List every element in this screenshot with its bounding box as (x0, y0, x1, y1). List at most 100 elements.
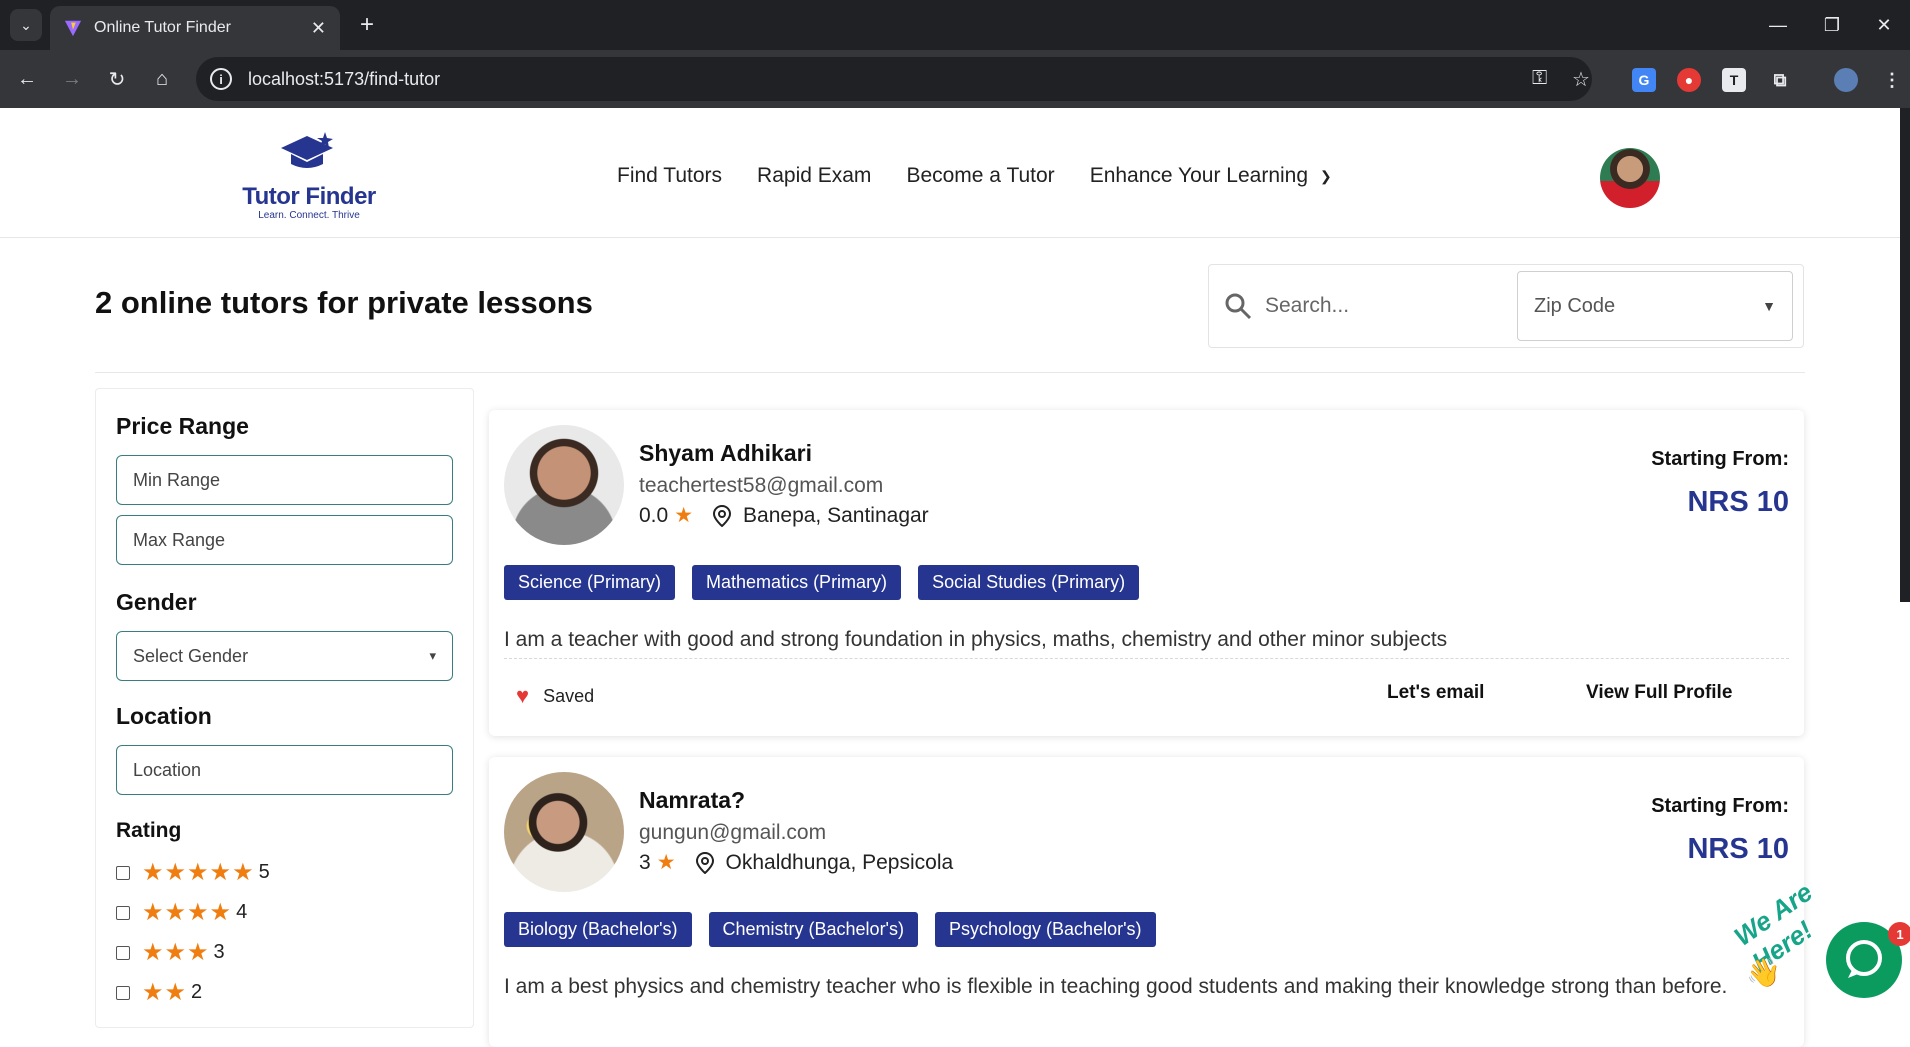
divider (504, 658, 1789, 659)
user-avatar[interactable] (1600, 148, 1660, 208)
location-pin-icon (713, 504, 732, 527)
tab-search-button[interactable]: ⌄ (10, 9, 42, 41)
chevron-down-icon: ⌄ (20, 16, 32, 33)
site-info-icon[interactable]: i (210, 68, 232, 90)
subject-tag[interactable]: Mathematics (Primary) (692, 565, 902, 600)
saved-toggle[interactable]: ♥ Saved (516, 683, 594, 709)
rating-option-4[interactable]: ★★★★ 4 (116, 898, 247, 927)
nav-rapid-exam[interactable]: Rapid Exam (757, 164, 871, 188)
nav-find-tutors[interactable]: Find Tutors (617, 164, 722, 188)
location-heading: Location (116, 703, 212, 729)
view-profile-button[interactable]: View Full Profile (1586, 682, 1732, 704)
star-icon: ★ (674, 504, 694, 527)
minimize-button[interactable]: — (1758, 10, 1798, 40)
search-input[interactable]: Search... (1265, 294, 1505, 318)
rating-checkbox[interactable] (116, 905, 130, 920)
subject-tag[interactable]: Biology (Bachelor's) (504, 912, 692, 947)
tutor-card: Namrata? gungun@gmail.com 3 ★ Okhaldhung… (489, 757, 1804, 1047)
subject-tag[interactable]: Chemistry (Bachelor's) (708, 912, 918, 947)
subject-tags: Science (Primary) Mathematics (Primary) … (504, 565, 1140, 600)
profile-avatar-icon[interactable] (1834, 68, 1858, 92)
extensions-puzzle-icon[interactable]: ⧉ (1768, 68, 1792, 92)
tutor-email: teachertest58@gmail.com (639, 474, 884, 497)
tutor-price: NRS 10 (1687, 833, 1789, 865)
translate-extension-icon[interactable]: G (1632, 68, 1656, 92)
address-bar[interactable]: i localhost:5173/find-tutor ⚿ ☆ (196, 57, 1592, 101)
zip-code-select[interactable]: Zip Code ▼ (1517, 271, 1793, 341)
back-button[interactable]: ← (12, 64, 42, 94)
rating-value: 3 (213, 941, 225, 963)
unread-badge: 1 (1888, 922, 1910, 946)
tutor-name[interactable]: Namrata? (639, 787, 745, 814)
rating-option-2[interactable]: ★★ 2 (116, 978, 202, 1007)
tutor-location: Banepa, Santinagar (743, 503, 929, 527)
rating-option-5[interactable]: ★★★★★ 5 (116, 858, 270, 887)
scrollbar[interactable] (1900, 108, 1910, 602)
reload-button[interactable]: ↻ (102, 64, 132, 94)
star-icons: ★★★★ (142, 899, 233, 926)
filter-sidebar: Price Range Min Range Max Range Gender S… (95, 388, 474, 1028)
rating-value: 2 (191, 981, 203, 1003)
divider (95, 372, 1805, 373)
logo[interactable]: Tutor Finder Learn. Connect. Thrive (238, 130, 380, 230)
close-tab-icon[interactable]: ✕ (311, 18, 326, 39)
search-icon (1225, 293, 1252, 320)
chat-bubble-icon (1846, 940, 1882, 978)
bookmark-star-icon[interactable]: ☆ (1572, 67, 1590, 92)
page-title: 2 online tutors for private lessons (95, 285, 593, 320)
gender-heading: Gender (116, 589, 197, 615)
browser-toolbar: ← → ↻ ⌂ i localhost:5173/find-tutor ⚿ ☆ … (0, 50, 1910, 108)
brand-tagline: Learn. Connect. Thrive (258, 210, 360, 221)
browser-tab-strip: ⌄ Online Tutor Finder ✕ + — ❐ ✕ (0, 0, 1910, 50)
chat-widget[interactable]: We Are Here! 👋 1 (1728, 877, 1910, 1022)
tutor-name[interactable]: Shyam Adhikari (639, 440, 812, 467)
heart-icon: ♥ (516, 683, 530, 708)
extension-t-icon[interactable]: T (1722, 68, 1746, 92)
tutor-rating: 0.0 (639, 503, 669, 527)
tutor-card: Shyam Adhikari teachertest58@gmail.com 0… (489, 410, 1804, 736)
brand-name: Tutor Finder (242, 183, 376, 210)
restore-button[interactable]: ❐ (1812, 10, 1852, 40)
tutor-bio: I am a best physics and chemistry teache… (504, 975, 1728, 998)
close-window-button[interactable]: ✕ (1864, 10, 1904, 40)
caret-down-icon: ▼ (1762, 298, 1776, 314)
new-tab-button[interactable]: + (352, 10, 382, 40)
saved-label: Saved (543, 685, 595, 706)
tutor-photo (504, 425, 624, 545)
tutor-rating: 3 (639, 850, 651, 874)
subject-tag[interactable]: Science (Primary) (504, 565, 676, 600)
starting-from-label: Starting From: (1651, 795, 1789, 817)
rating-checkbox[interactable] (116, 945, 130, 960)
tutor-meta: 0.0 ★ Banepa, Santinagar (639, 503, 929, 528)
nav-enhance-learning-label: Enhance Your Learning (1089, 164, 1309, 187)
extension-red-icon[interactable]: ● (1677, 68, 1701, 92)
rating-checkbox[interactable] (116, 985, 130, 1000)
rating-value: 4 (236, 901, 248, 923)
max-range-input[interactable]: Max Range (116, 515, 453, 565)
nav-become-tutor[interactable]: Become a Tutor (906, 164, 1054, 188)
site-header: Tutor Finder Learn. Connect. Thrive Find… (0, 108, 1910, 238)
zip-code-placeholder: Zip Code (1534, 294, 1616, 317)
location-input[interactable]: Location (116, 745, 453, 795)
email-tutor-button[interactable]: Let's email (1387, 682, 1484, 704)
home-icon[interactable]: ⌂ (147, 64, 177, 94)
nav-enhance-learning[interactable]: Enhance Your Learning ❯ (1090, 164, 1332, 188)
forward-button[interactable]: → (57, 64, 87, 94)
gender-select[interactable]: Select Gender ▾ (116, 631, 453, 681)
subject-tags: Biology (Bachelor's) Chemistry (Bachelor… (504, 912, 1156, 947)
rating-heading: Rating (116, 819, 182, 842)
rating-checkbox[interactable] (116, 865, 130, 880)
tutor-email: gungun@gmail.com (639, 821, 827, 844)
password-key-icon[interactable]: ⚿ (1532, 67, 1547, 90)
tutor-meta: 3 ★ Okhaldhunga, Pepsicola (639, 850, 953, 875)
tutor-bio: I am a teacher with good and strong foun… (504, 628, 1448, 651)
menu-kebab-icon[interactable]: ⋮ (1880, 68, 1904, 92)
subject-tag[interactable]: Social Studies (Primary) (918, 565, 1140, 600)
rating-option-3[interactable]: ★★★ 3 (116, 938, 225, 967)
tab-title: Online Tutor Finder (94, 19, 231, 36)
subject-tag[interactable]: Psychology (Bachelor's) (935, 912, 1156, 947)
min-range-input[interactable]: Min Range (116, 455, 453, 505)
vite-favicon-icon (64, 20, 82, 37)
browser-tab[interactable]: Online Tutor Finder ✕ (50, 6, 340, 50)
tutor-location: Okhaldhunga, Pepsicola (725, 850, 954, 874)
